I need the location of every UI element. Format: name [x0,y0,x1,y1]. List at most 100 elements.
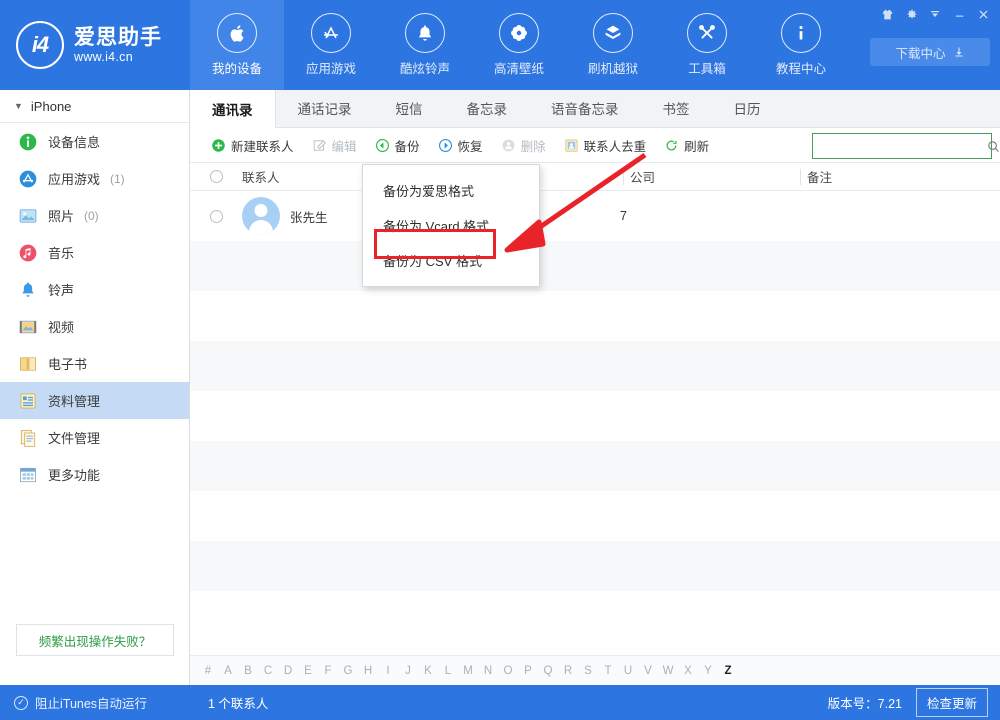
menu-dropdown-icon[interactable] [924,4,946,24]
search-icon[interactable] [986,139,1000,154]
skin-icon[interactable] [876,4,898,24]
nav-item-wallpapers[interactable]: 高清壁纸 [472,0,566,90]
plus-circle-icon [211,138,226,153]
column-header-note[interactable]: 备注 [807,163,832,191]
sidebar-item-videos[interactable]: 视频 [0,308,189,345]
alpha-u[interactable]: U [618,665,638,677]
download-center-button[interactable]: 下载中心 [870,38,990,66]
nav-item-flash-jailbreak[interactable]: 刷机越狱 [566,0,660,90]
sidebar-item-apps-games[interactable]: 应用游戏 (1) [0,160,189,197]
alpha-k[interactable]: K [418,665,438,677]
check-update-button[interactable]: 检查更新 [916,688,988,717]
toolbar-label: 联系人去重 [584,136,647,155]
nav-item-toolbox[interactable]: 工具箱 [660,0,754,90]
minimize-icon[interactable] [948,4,970,24]
sidebar-item-device-info[interactable]: 设备信息 [0,123,189,160]
nav-item-tutorials[interactable]: 教程中心 [754,0,848,90]
nav-item-my-device[interactable]: 我的设备 [190,0,284,90]
tab-notes[interactable]: 备忘录 [445,89,530,127]
edit-button[interactable]: 编辑 [303,133,366,158]
menu-item-backup-vcard[interactable]: 备份为 Vcard 格式 [363,208,539,243]
radio-circle-icon [210,210,223,223]
alpha-v[interactable]: V [638,665,658,677]
alpha-j[interactable]: J [398,665,418,677]
delete-button[interactable]: 删除 [492,133,555,158]
alpha-a[interactable]: A [218,665,238,677]
alpha-t[interactable]: T [598,665,618,677]
alpha-e[interactable]: E [298,665,318,677]
sidebar-item-photos[interactable]: 照片 (0) [0,197,189,234]
alpha-l[interactable]: L [438,665,458,677]
search-input[interactable] [813,135,986,157]
tab-bar: 通讯录 通话记录 短信 备忘录 语音备忘录 书签 日历 [190,90,1000,128]
select-all-checkbox[interactable] [190,163,242,191]
refresh-button[interactable]: 刷新 [655,133,718,158]
alpha-hash[interactable]: # [198,665,218,677]
help-button[interactable]: 频繁出现操作失败？ [16,624,174,656]
edit-pencil-icon [312,138,327,153]
tab-voice-memos[interactable]: 语音备忘录 [529,89,641,127]
tab-bookmarks[interactable]: 书签 [641,89,712,127]
alpha-d[interactable]: D [278,665,298,677]
sidebar-item-file-manage[interactable]: 文件管理 [0,419,189,456]
sidebar-item-ebooks[interactable]: 电子书 [0,345,189,382]
sidebar-item-ringtones[interactable]: 铃声 [0,271,189,308]
table-row-empty [190,441,1000,491]
nav-item-ringtones[interactable]: 酷炫铃声 [378,0,472,90]
table-row-empty [190,291,1000,341]
alpha-b[interactable]: B [238,665,258,677]
tab-contacts[interactable]: 通讯录 [190,90,276,128]
menu-item-backup-aisi[interactable]: 备份为爱思格式 [363,173,539,208]
column-header-company[interactable]: 公司 [630,163,807,191]
dedupe-contacts-button[interactable]: 联系人去重 [555,133,656,158]
alpha-m[interactable]: M [458,665,478,677]
sidebar-item-label: 设备信息 [48,132,100,151]
alpha-w[interactable]: W [658,665,678,677]
search-box[interactable] [812,133,992,159]
alpha-n[interactable]: N [478,665,498,677]
alpha-x[interactable]: X [678,665,698,677]
tab-sms[interactable]: 短信 [374,89,445,127]
nav-label: 工具箱 [688,58,726,77]
table-row[interactable]: 张先生 7 [190,191,1000,241]
data-manage-icon [18,391,38,411]
row-checkbox[interactable] [190,210,242,223]
contacts-toolbar: 新建联系人 编辑 备份 恢复 删除 联系人去重 [190,128,1000,163]
sidebar-item-more-features[interactable]: 更多功能 [0,456,189,493]
chevron-down-icon: ▼ [14,101,23,111]
menu-item-backup-csv[interactable]: 备份为 CSV 格式 [363,243,539,278]
ringtone-bell-icon [18,280,38,300]
sidebar-item-count: (1) [110,172,125,186]
alpha-c[interactable]: C [258,665,278,677]
sidebar-item-music[interactable]: 音乐 [0,234,189,271]
close-icon[interactable] [972,4,994,24]
alpha-g[interactable]: G [338,665,358,677]
nav-label: 刷机越狱 [588,58,638,77]
alpha-p[interactable]: P [518,665,538,677]
tab-call-history[interactable]: 通话记录 [276,89,374,127]
nav-item-apps-games[interactable]: 应用游戏 [284,0,378,90]
tab-calendar[interactable]: 日历 [712,89,783,127]
alpha-r[interactable]: R [558,665,578,677]
flower-icon [499,13,539,53]
alpha-h[interactable]: H [358,665,378,677]
alpha-f[interactable]: F [318,665,338,677]
settings-gear-icon[interactable] [900,4,922,24]
download-center-label: 下载中心 [895,43,945,62]
restore-button[interactable]: 恢复 [429,133,492,158]
new-contact-button[interactable]: 新建联系人 [202,133,303,158]
logo-mark-icon: i4 [16,21,64,69]
backup-button[interactable]: 备份 [366,133,429,158]
alpha-s[interactable]: S [578,665,598,677]
device-selector[interactable]: ▼ iPhone [0,90,189,123]
nav-label: 酷炫铃声 [400,58,450,77]
alpha-o[interactable]: O [498,665,518,677]
sidebar-item-data-manage[interactable]: 资料管理 [0,382,189,419]
table-row-empty [190,241,1000,291]
alpha-i[interactable]: I [378,665,398,677]
block-itunes-toggle[interactable]: ✓ 阻止iTunes自动运行 [0,685,190,720]
alpha-z[interactable]: Z [718,665,738,677]
window-controls [876,4,994,24]
alpha-q[interactable]: Q [538,665,558,677]
alpha-y[interactable]: Y [698,665,718,677]
